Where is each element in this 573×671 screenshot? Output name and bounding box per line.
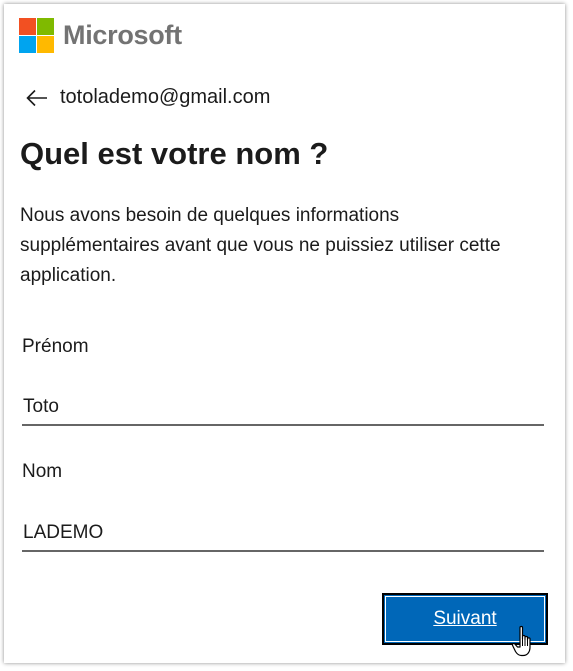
identity-email: totolademo@gmail.com (60, 86, 271, 108)
sign-in-dialog: Microsoft totolademo@gmail.com Quel est … (4, 4, 565, 663)
microsoft-logo: Microsoft (19, 18, 182, 53)
arrow-left-icon[interactable] (26, 89, 48, 107)
logo-square-green (37, 18, 54, 35)
first-name-label: Prénom (22, 336, 89, 357)
logo-square-blue (19, 36, 36, 53)
first-name-input[interactable] (22, 390, 544, 426)
identity-banner: totolademo@gmail.com (26, 86, 270, 109)
logo-wordmark: Microsoft (63, 20, 182, 50)
next-button[interactable]: Suivant (382, 593, 548, 645)
page-description: Nous avons besoin de quelques informatio… (20, 205, 501, 286)
page-title: Quel est votre nom ? (20, 136, 329, 171)
logo-square-red (19, 18, 36, 35)
microsoft-logo-icon (19, 18, 54, 53)
logo-square-yellow (37, 36, 54, 53)
last-name-input[interactable] (22, 516, 544, 552)
last-name-label: Nom (22, 461, 63, 482)
